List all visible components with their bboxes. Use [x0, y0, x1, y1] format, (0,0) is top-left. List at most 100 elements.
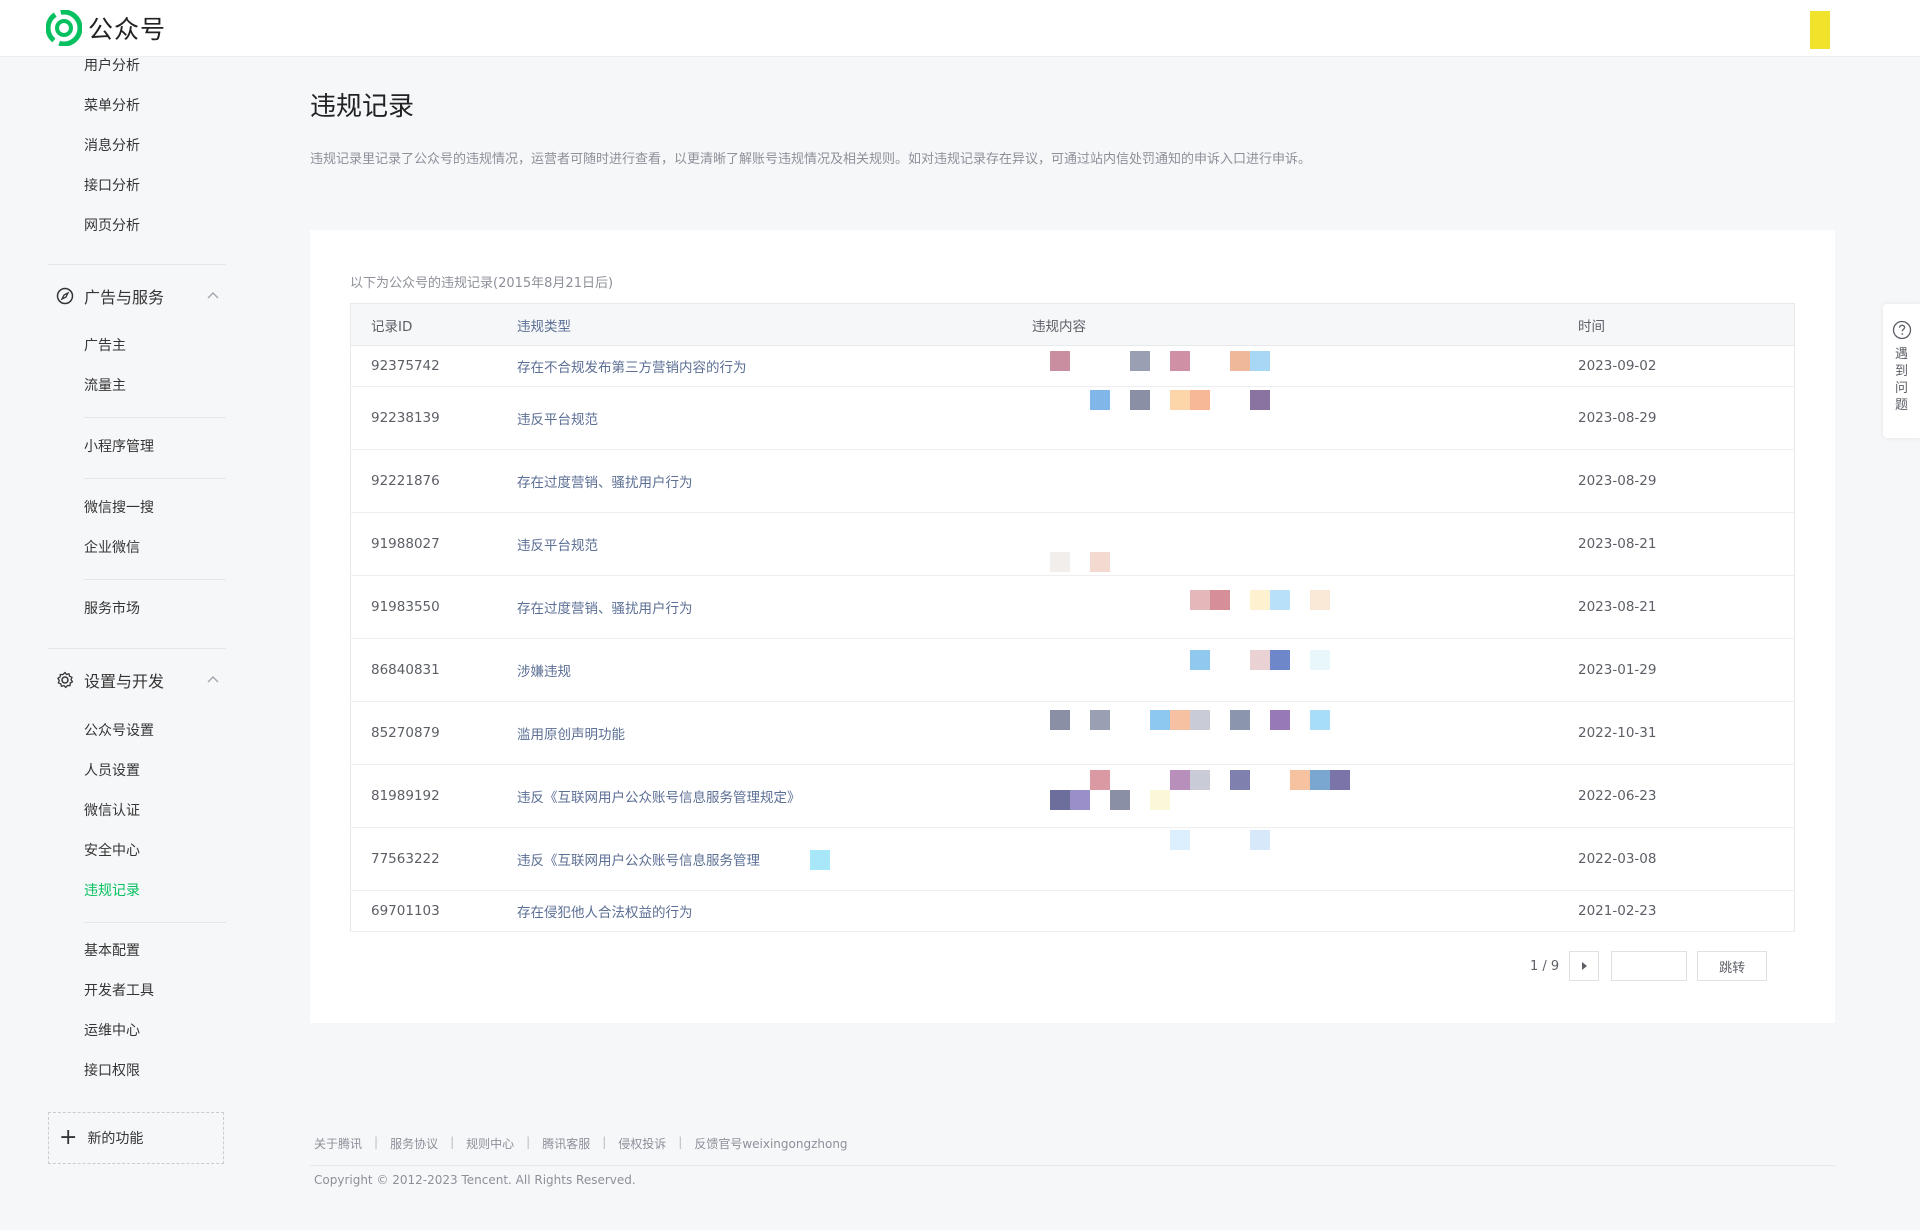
- copyright: Copyright © 2012-2023 Tencent. All Right…: [314, 1173, 636, 1187]
- triangle-right-icon: [1582, 962, 1588, 970]
- sidebar-item-basic-config[interactable]: 基本配置: [84, 941, 140, 961]
- record-time: 2023-01-29: [1578, 638, 1795, 702]
- record-time: 2022-10-31: [1578, 701, 1795, 765]
- record-id: 91988027: [350, 512, 517, 576]
- sidebar-item-advertiser[interactable]: 广告主: [84, 336, 126, 356]
- footer-link-rules[interactable]: 规则中心: [466, 1135, 514, 1152]
- sidebar-item-user-analysis[interactable]: 用户分析: [84, 56, 140, 76]
- violation-content: [1032, 701, 1578, 765]
- new-function-button[interactable]: + 新的功能: [48, 1112, 224, 1164]
- violation-type-link[interactable]: 违反平台规范: [517, 512, 1032, 576]
- violation-content: [1032, 386, 1578, 450]
- sidebar-section-settings-dev[interactable]: 设置与开发: [56, 668, 220, 692]
- footer-link-support[interactable]: 腾讯客服: [542, 1135, 590, 1152]
- violation-type-link[interactable]: 违反《互联网用户公众账号信息服务管理: [517, 827, 1032, 891]
- violation-content: [1032, 827, 1578, 891]
- sidebar-item-api-analysis[interactable]: 接口分析: [84, 176, 140, 196]
- violation-content: [1032, 638, 1578, 702]
- record-id: 86840831: [350, 638, 517, 702]
- help-text: 遇到问题: [1894, 347, 1908, 413]
- violation-type-link[interactable]: 存在过度营销、骚扰用户行为: [517, 449, 1032, 513]
- pagination: 1 / 9 跳转: [1530, 950, 1768, 982]
- help-widget[interactable]: 遇到问题: [1883, 304, 1920, 438]
- record-id: 77563222: [350, 827, 517, 891]
- footer-link-infringement[interactable]: 侵权投诉: [618, 1135, 666, 1152]
- nav-divider: [48, 648, 226, 649]
- footer-divider: [310, 1165, 1835, 1166]
- footer-links: 关于腾讯 | 服务协议 | 规则中心 | 腾讯客服 | 侵权投诉 | 反馈官号weixin…: [314, 1135, 848, 1152]
- nav-divider: [84, 417, 226, 418]
- sidebar-section-ad-service[interactable]: 广告与服务: [56, 284, 220, 308]
- record-id: 91983550: [350, 575, 517, 639]
- page-title: 违规记录: [310, 92, 415, 122]
- sidebar-item-wechat-search[interactable]: 微信搜一搜: [84, 498, 154, 518]
- sidebar-item-wechat-verify[interactable]: 微信认证: [84, 801, 140, 821]
- sidebar-item-ops-center[interactable]: 运维中心: [84, 1021, 140, 1041]
- page-indicator: 1 / 9: [1530, 958, 1560, 974]
- sidebar: 用户分析 菜单分析 消息分析 接口分析 网页分析 广告与服务 广告主 流量主 小…: [0, 56, 230, 1230]
- wechat-official-logo-icon: [46, 10, 82, 46]
- question-circle-icon: [1892, 320, 1911, 340]
- record-time: 2023-08-21: [1578, 575, 1795, 639]
- account-marker: [1810, 11, 1830, 49]
- sidebar-item-security-center[interactable]: 安全中心: [84, 841, 140, 861]
- sidebar-item-wecom[interactable]: 企业微信: [84, 538, 140, 558]
- record-id: 85270879: [350, 701, 517, 765]
- table-row: 81989192 违反《互联网用户公众账号信息服务管理规定》 2022-06-2…: [350, 764, 1795, 828]
- violation-content: [1032, 512, 1578, 576]
- violation-type-link[interactable]: 涉嫌违规: [517, 638, 1032, 702]
- records-card: 以下为公众号的违规记录(2015年8月21日后) 记录ID 违规类型 违规内容 …: [310, 230, 1835, 1023]
- violation-type-link[interactable]: 违反平台规范: [517, 386, 1032, 450]
- violation-type-link[interactable]: 滥用原创声明功能: [517, 701, 1032, 765]
- sidebar-item-api-permissions[interactable]: 接口权限: [84, 1061, 140, 1081]
- record-id: 92238139: [350, 386, 517, 450]
- page-description: 违规记录里记录了公众号的违规情况，运营者可随时进行查看，以更清晰了解账号违规情况…: [310, 152, 1312, 167]
- record-time: 2022-03-08: [1578, 827, 1795, 891]
- sidebar-item-service-market[interactable]: 服务市场: [84, 599, 140, 619]
- violation-content: [1032, 575, 1578, 639]
- column-header-time: 时间: [1578, 303, 1795, 346]
- sidebar-item-mini-program[interactable]: 小程序管理: [84, 437, 154, 457]
- record-id: 69701103: [350, 890, 517, 932]
- record-time: 2023-09-02: [1578, 345, 1795, 387]
- sidebar-item-publisher[interactable]: 流量主: [84, 376, 126, 396]
- violation-content: [1032, 345, 1578, 387]
- footer-link-feedback[interactable]: 反馈官号weixingongzhong: [694, 1135, 847, 1152]
- footer-link-about[interactable]: 关于腾讯: [314, 1135, 362, 1152]
- record-id: 92221876: [350, 449, 517, 513]
- sidebar-item-menu-analysis[interactable]: 菜单分析: [84, 96, 140, 116]
- table-row: 92221876 存在过度营销、骚扰用户行为 2023-08-29: [350, 449, 1795, 513]
- sidebar-item-violation-records[interactable]: 违规记录: [84, 881, 140, 901]
- sidebar-item-web-analysis[interactable]: 网页分析: [84, 216, 140, 236]
- table-row: 91983550 存在过度营销、骚扰用户行为 2023-08-21: [350, 575, 1795, 639]
- record-time: 2022-06-23: [1578, 764, 1795, 828]
- violation-type-link[interactable]: 存在侵犯他人合法权益的行为: [517, 890, 1032, 932]
- nav-divider: [48, 264, 226, 265]
- violation-type-link[interactable]: 存在不合规发布第三方营销内容的行为: [517, 345, 1032, 387]
- nav-divider: [84, 579, 226, 580]
- page-number-input[interactable]: [1611, 951, 1688, 981]
- next-page-button[interactable]: [1569, 951, 1600, 981]
- violation-type-link[interactable]: 违反《互联网用户公众账号信息服务管理规定》: [517, 764, 1032, 828]
- table-row: 92238139 违反平台规范 2023-08-29: [350, 386, 1795, 450]
- logo[interactable]: 公众号: [46, 10, 166, 46]
- top-bar: 公众号: [0, 0, 1920, 57]
- sidebar-item-member-settings[interactable]: 人员设置: [84, 761, 140, 781]
- logo-text: 公众号: [88, 15, 167, 44]
- sidebar-item-account-settings[interactable]: 公众号设置: [84, 721, 154, 741]
- chevron-up-icon: [207, 292, 219, 299]
- record-id: 92375742: [350, 345, 517, 387]
- jump-button[interactable]: 跳转: [1697, 951, 1768, 981]
- sidebar-item-developer-tools[interactable]: 开发者工具: [84, 981, 154, 1001]
- record-time: 2023-08-21: [1578, 512, 1795, 576]
- sidebar-section-label: 广告与服务: [84, 288, 165, 307]
- records-caption: 以下为公众号的违规记录(2015年8月21日后): [350, 276, 614, 291]
- sidebar-item-message-analysis[interactable]: 消息分析: [84, 136, 140, 156]
- table-row: 91988027 违反平台规范 2023-08-21: [350, 512, 1795, 576]
- violation-type-link[interactable]: 存在过度营销、骚扰用户行为: [517, 575, 1032, 639]
- footer-link-terms[interactable]: 服务协议: [390, 1135, 438, 1152]
- record-time: 2023-08-29: [1578, 386, 1795, 450]
- table-header-row: 记录ID 违规类型 违规内容 时间: [350, 303, 1795, 346]
- table-row: 92375742 存在不合规发布第三方营销内容的行为 2023-09-02: [350, 345, 1795, 387]
- record-time: 2021-02-23: [1578, 890, 1795, 932]
